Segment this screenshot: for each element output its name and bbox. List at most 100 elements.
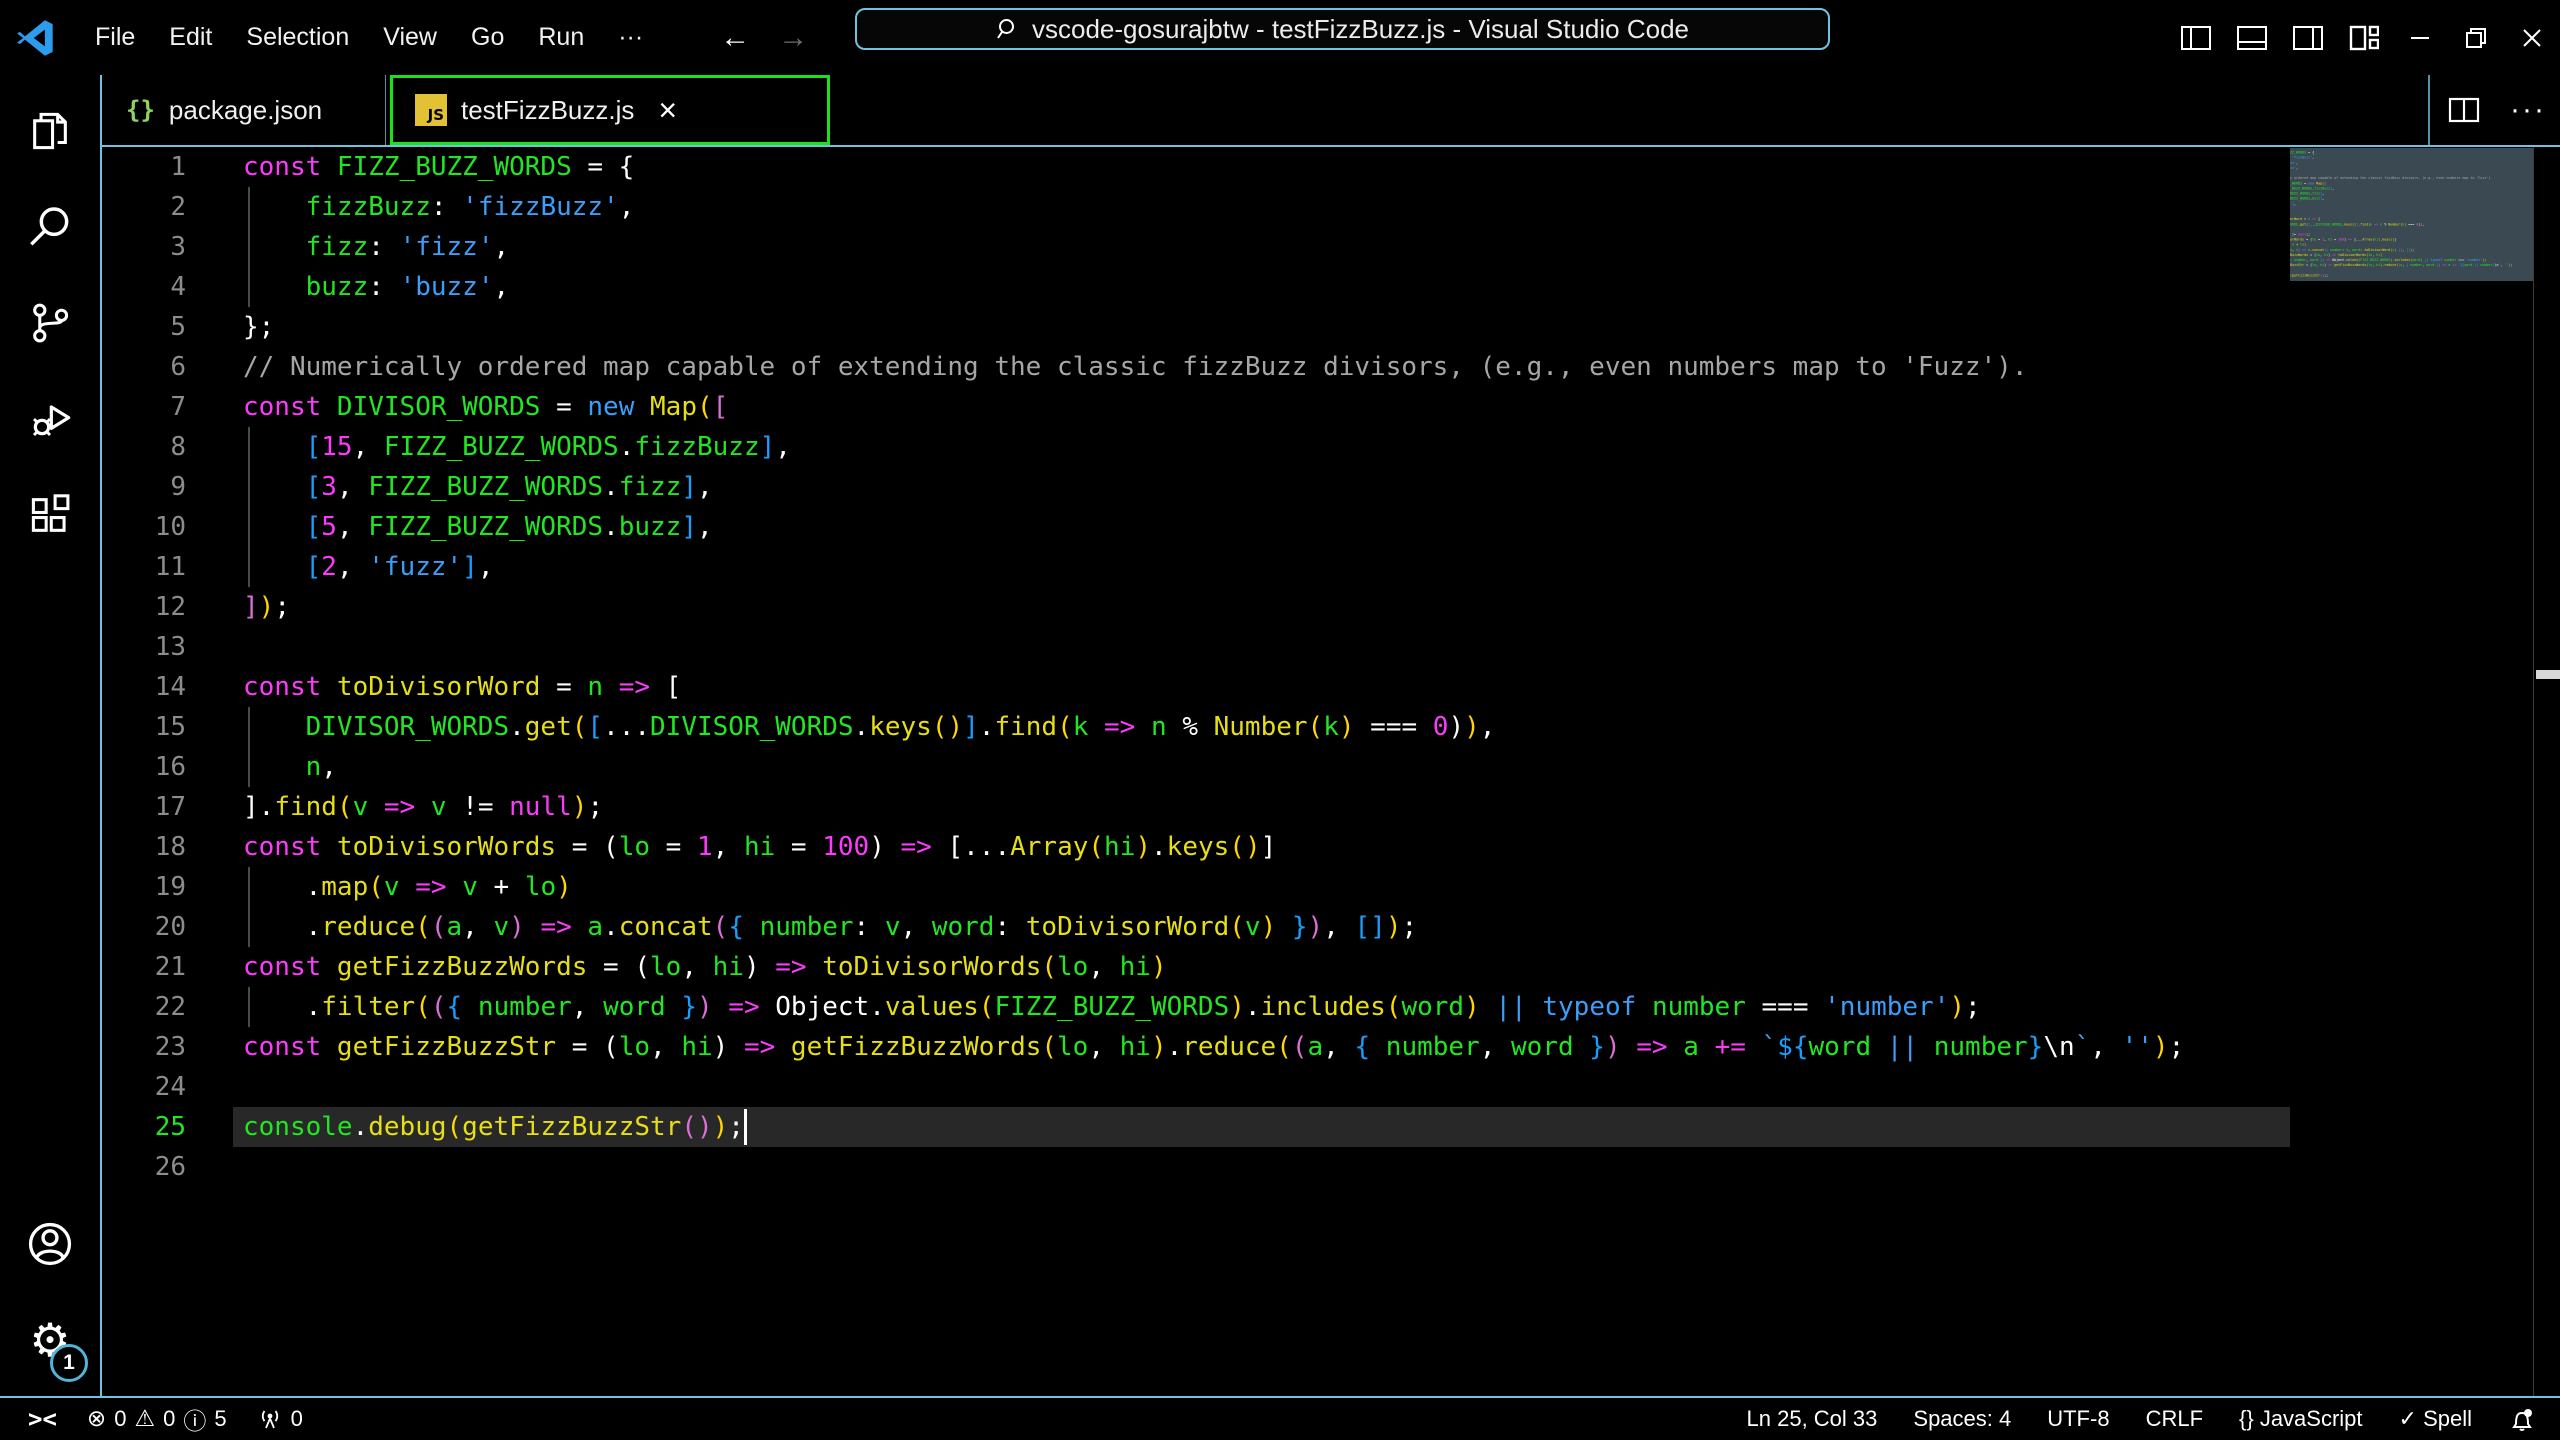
tab-close-icon[interactable]: × <box>658 92 677 129</box>
back-arrow-icon[interactable]: ← <box>706 21 764 55</box>
line-number: 12 <box>102 587 186 627</box>
settings-badge: 1 <box>50 1344 88 1382</box>
remote-indicator[interactable]: >< <box>18 1399 67 1439</box>
search-icon[interactable] <box>0 179 100 275</box>
info-icon: ⓘ <box>183 1402 206 1436</box>
window-controls <box>2168 0 2560 75</box>
warnings-icon: ⚠ <box>134 1406 155 1432</box>
vscode-logo-icon <box>16 18 56 58</box>
problems-indicator[interactable]: ⊗ 0 ⚠ 0 ⓘ 5 <box>77 1399 237 1439</box>
line-number: 3 <box>102 227 186 267</box>
code-line[interactable]: n, <box>243 747 2184 787</box>
menu-bar: File Edit Selection View Go Run ··· <box>78 15 660 60</box>
code-line[interactable]: const toDivisorWord = n => [ <box>243 667 2184 707</box>
menu-file[interactable]: File <box>78 15 152 60</box>
line-number: 4 <box>102 267 186 307</box>
code-line[interactable]: .map(v => v + lo) <box>243 867 2184 907</box>
line-number: 23 <box>102 1027 186 1067</box>
menu-edit[interactable]: Edit <box>152 15 229 60</box>
forward-arrow-icon[interactable]: → <box>764 21 822 55</box>
accounts-icon[interactable] <box>0 1196 100 1292</box>
source-control-icon[interactable] <box>0 275 100 371</box>
menu-run[interactable]: Run <box>521 15 601 60</box>
toggle-panel-icon[interactable] <box>2224 0 2280 75</box>
code-line[interactable]: const getFizzBuzzStr = (lo, hi) => getFi… <box>243 1027 2184 1067</box>
line-number: 15 <box>102 707 186 747</box>
extensions-icon[interactable] <box>0 467 100 563</box>
status-bar: >< ⊗ 0 ⚠ 0 ⓘ 5 0 Ln 25, Col 33 Spaces: 4… <box>0 1396 2560 1440</box>
tab-group-separator <box>2428 75 2430 145</box>
menu-view[interactable]: View <box>366 15 454 60</box>
line-number: 13 <box>102 627 186 667</box>
settings-gear-icon[interactable]: ⚙ 1 <box>0 1292 100 1388</box>
split-editor-icon[interactable] <box>2448 96 2480 124</box>
minimize-button[interactable] <box>2392 0 2448 75</box>
history-navigation: ← → <box>706 21 822 55</box>
encoding[interactable]: UTF-8 <box>2037 1399 2119 1439</box>
code-line[interactable]: fizz: 'fizz', <box>243 227 2184 267</box>
line-number: 9 <box>102 467 186 507</box>
code-line[interactable]: console.debug(getFizzBuzzStr()); <box>243 1107 2184 1147</box>
line-number: 14 <box>102 667 186 707</box>
code-line[interactable]: fizzBuzz: 'fizzBuzz', <box>243 187 2184 227</box>
code-line[interactable]: buzz: 'buzz', <box>243 267 2184 307</box>
title-bar: File Edit Selection View Go Run ··· ← → … <box>0 0 2560 75</box>
line-number-gutter: 1234567891011121314151617181920212223242… <box>102 147 186 1187</box>
tab-label: package.json <box>169 95 322 126</box>
code-line[interactable]: ]); <box>243 587 2184 627</box>
minimap[interactable]: const FIZZ_BUZZ_WORDS = { fizzBuzz: 'fiz… <box>2290 148 2533 281</box>
errors-icon: ⊗ <box>87 1406 106 1432</box>
tab-testfizzbuzz-js[interactable]: JS testFizzBuzz.js × <box>390 75 830 145</box>
code-line[interactable]: }; <box>243 307 2184 347</box>
code-line[interactable]: [15, FIZZ_BUZZ_WORDS.fizzBuzz], <box>243 427 2184 467</box>
code-line[interactable]: const toDivisorWords = (lo = 1, hi = 100… <box>243 827 2184 867</box>
indentation[interactable]: Spaces: 4 <box>1903 1399 2021 1439</box>
command-center[interactable]: vscode-gosurajbtw - testFizzBuzz.js - Vi… <box>855 8 1830 50</box>
code-line[interactable] <box>243 1067 2184 1107</box>
code-line[interactable]: .reduce((a, v) => a.concat({ number: v, … <box>243 907 2184 947</box>
close-button[interactable] <box>2504 0 2560 75</box>
notifications-bell[interactable] <box>2498 1399 2546 1439</box>
code-line[interactable] <box>243 627 2184 667</box>
language-mode[interactable]: {} JavaScript <box>2229 1399 2373 1439</box>
code-line[interactable]: const DIVISOR_WORDS = new Map([ <box>243 387 2184 427</box>
code-line[interactable]: DIVISOR_WORDS.get([...DIVISOR_WORDS.keys… <box>243 707 2184 747</box>
menu-selection[interactable]: Selection <box>229 15 366 60</box>
code-line[interactable]: [2, 'fuzz'], <box>243 547 2184 587</box>
code-line[interactable]: [3, FIZZ_BUZZ_WORDS.fizz], <box>243 467 2184 507</box>
overview-ruler-cursor-marker <box>2536 670 2560 679</box>
cursor-position[interactable]: Ln 25, Col 33 <box>1737 1399 1888 1439</box>
line-number: 18 <box>102 827 186 867</box>
ports-indicator[interactable]: 0 <box>247 1399 313 1439</box>
code-line[interactable]: ].find(v => v != null); <box>243 787 2184 827</box>
toggle-primary-sidebar-icon[interactable] <box>2168 0 2224 75</box>
menu-go[interactable]: Go <box>454 15 521 60</box>
tab-package-json[interactable]: {} package.json <box>104 75 386 145</box>
warnings-count: 0 <box>163 1406 175 1432</box>
errors-count: 0 <box>114 1406 126 1432</box>
code-line[interactable]: .filter(({ number, word }) => Object.val… <box>243 987 2184 1027</box>
line-number: 6 <box>102 347 186 387</box>
menu-overflow-icon[interactable]: ··· <box>601 15 660 60</box>
toggle-secondary-sidebar-icon[interactable] <box>2280 0 2336 75</box>
line-number: 19 <box>102 867 186 907</box>
code-line[interactable]: // Numerically ordered map capable of ex… <box>243 347 2184 387</box>
remote-icon: >< <box>28 1405 57 1433</box>
restore-button[interactable] <box>2448 0 2504 75</box>
more-actions-icon[interactable]: ··· <box>2510 93 2546 127</box>
code-line[interactable]: const getFizzBuzzWords = (lo, hi) => toD… <box>243 947 2184 987</box>
eol-sequence[interactable]: CRLF <box>2136 1399 2213 1439</box>
explorer-icon[interactable] <box>0 83 100 179</box>
line-number: 7 <box>102 387 186 427</box>
code-line[interactable] <box>243 1147 2184 1187</box>
json-file-icon: {} <box>126 96 155 124</box>
code-line[interactable]: const FIZZ_BUZZ_WORDS = { <box>243 147 2184 187</box>
run-and-debug-icon[interactable] <box>0 371 100 467</box>
line-number: 24 <box>102 1067 186 1107</box>
scrollbar-border <box>2533 147 2534 1396</box>
code-editor[interactable]: 1234567891011121314151617181920212223242… <box>102 147 2560 1396</box>
customize-layout-icon[interactable] <box>2336 0 2392 75</box>
spell-checker[interactable]: ✓ Spell <box>2389 1399 2482 1439</box>
code-lines: const FIZZ_BUZZ_WORDS = { fizzBuzz: 'fiz… <box>243 147 2184 1187</box>
code-line[interactable]: [5, FIZZ_BUZZ_WORDS.buzz], <box>243 507 2184 547</box>
